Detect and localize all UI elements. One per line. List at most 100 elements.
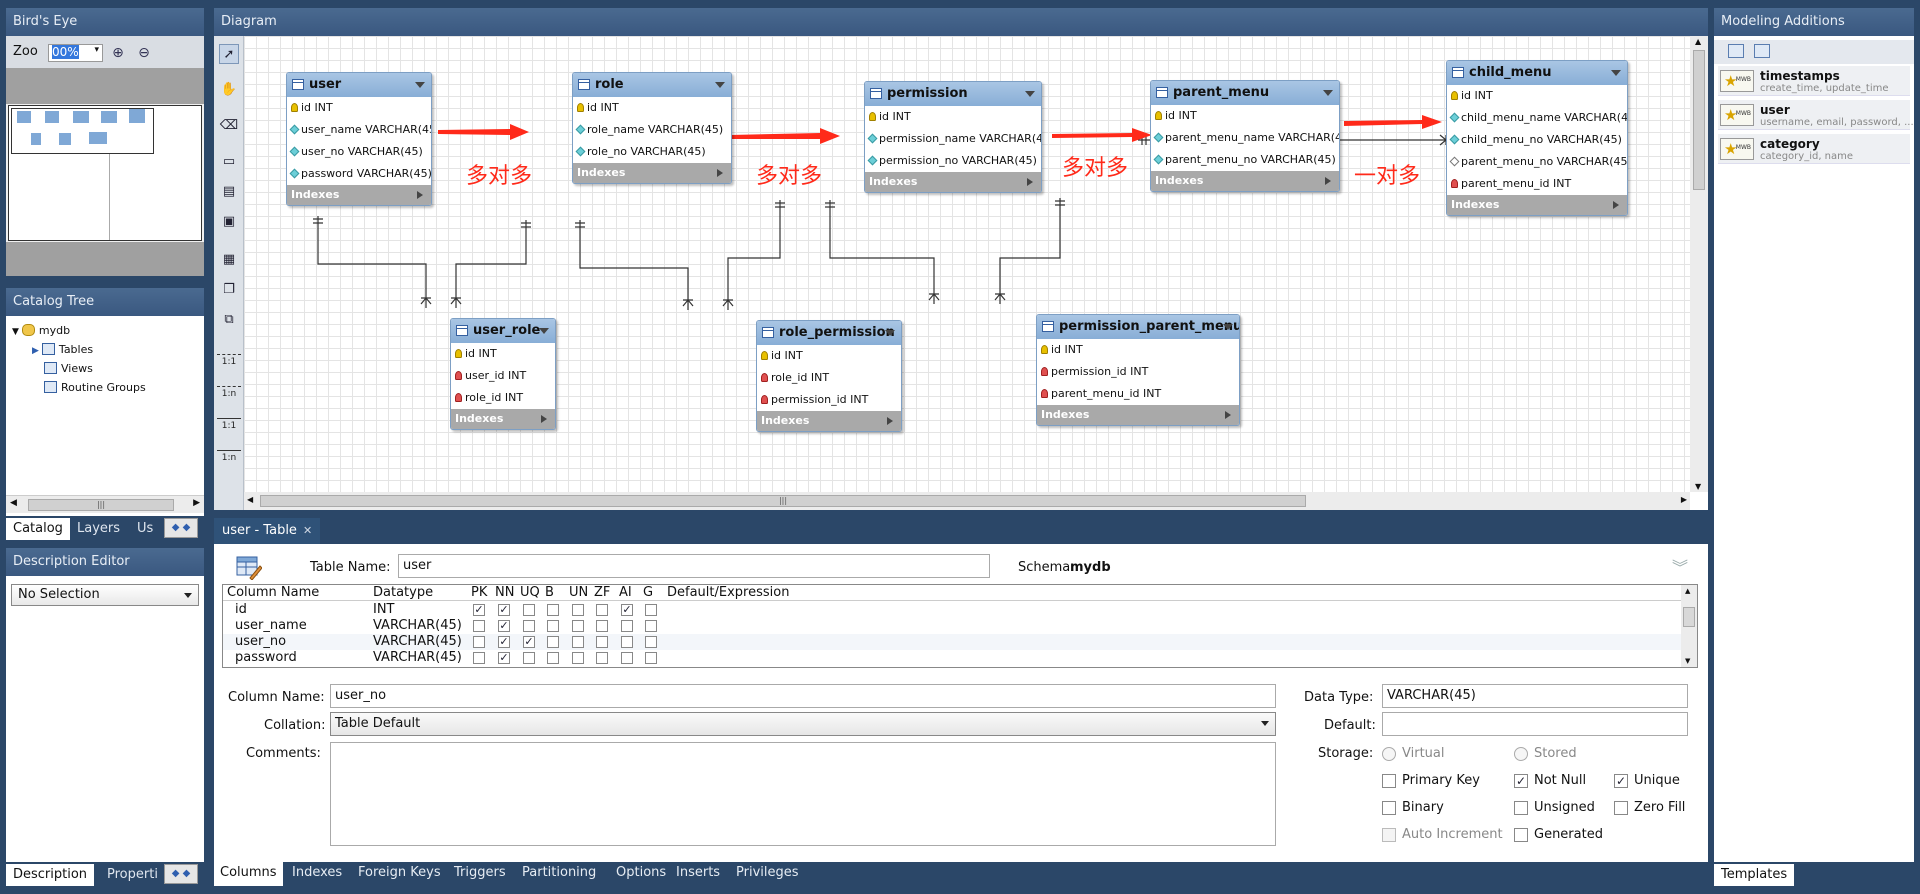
row-flag-checkbox[interactable] xyxy=(621,652,633,664)
eraser-tool-icon[interactable]: ⌫ xyxy=(219,116,239,136)
scroll-left-icon[interactable]: ◀ xyxy=(247,495,253,504)
grid-header-cell[interactable]: ZF xyxy=(594,585,610,601)
entity-indexes[interactable]: Indexes xyxy=(757,411,901,431)
scroll-thumb[interactable]: ||| xyxy=(28,499,174,511)
grid-header-cell[interactable]: UN xyxy=(569,585,588,601)
template-item[interactable]: ★ MWB user username, email, password, ... xyxy=(1718,100,1914,130)
entity-column[interactable]: parent_menu_id INT xyxy=(1037,383,1239,405)
primary-key-checkbox[interactable]: Primary Key xyxy=(1382,773,1480,788)
rel-1-n-identifying-tool[interactable]: 1:n xyxy=(217,450,241,463)
table-row[interactable]: user_no VARCHAR(45) ✓ ✓ xyxy=(223,634,1681,650)
zoom-select[interactable]: 00% ▾ xyxy=(48,44,103,62)
row-flag-checkbox[interactable] xyxy=(645,604,657,616)
entity-header[interactable]: user_role xyxy=(451,319,555,343)
columns-grid[interactable]: Column Name Datatype PK NN UQ B UN ZF AI… xyxy=(222,584,1698,668)
hand-tool-icon[interactable]: ✋ xyxy=(219,80,239,100)
relation-line[interactable] xyxy=(829,200,935,304)
scroll-up-icon[interactable]: ▲ xyxy=(1685,587,1690,595)
tab-properties[interactable]: Properti xyxy=(100,864,165,886)
tab-foreign-keys[interactable]: Foreign Keys xyxy=(352,862,447,886)
row-flag-checkbox[interactable] xyxy=(523,652,535,664)
entity-parent-menu[interactable]: parent_menu id INT parent_menu_name VARC… xyxy=(1150,80,1340,192)
entity-column[interactable]: child_menu_no VARCHAR(45) xyxy=(1447,129,1627,151)
row-flag-checkbox[interactable] xyxy=(596,604,608,616)
tab-user-table[interactable]: user - Table ✕ xyxy=(214,518,321,544)
scroll-left-icon[interactable]: ◀ xyxy=(10,498,17,508)
catalog-hscrollbar[interactable]: ◀ ||| ▶ xyxy=(6,495,204,513)
default-input[interactable] xyxy=(1382,712,1688,736)
table-tool-icon[interactable]: ▦ xyxy=(219,250,239,270)
pointer-tool-icon[interactable]: ➚ xyxy=(219,44,239,64)
entity-column[interactable]: id INT xyxy=(865,106,1041,128)
tab-partitioning[interactable]: Partitioning xyxy=(516,862,602,886)
column-name-input[interactable]: user_no xyxy=(330,684,1276,708)
grid-header-cell[interactable]: AI xyxy=(619,585,632,601)
template-item[interactable]: ★ MWB timestamps create_time, update_time xyxy=(1718,66,1910,96)
row-flag-checkbox[interactable] xyxy=(621,620,633,632)
grid-header-cell[interactable]: Default/Expression xyxy=(667,585,789,601)
diagram-hscrollbar[interactable]: ◀ ||| ▶ xyxy=(244,492,1690,510)
entity-column[interactable]: id INT xyxy=(451,343,555,365)
entity-indexes[interactable]: Indexes xyxy=(287,185,431,205)
row-flag-checkbox[interactable] xyxy=(596,652,608,664)
entity-header[interactable]: parent_menu xyxy=(1151,81,1339,105)
relation-line[interactable] xyxy=(317,216,427,308)
row-flag-checkbox[interactable] xyxy=(596,636,608,648)
entity-permission[interactable]: permission id INT permission_name VARCHA… xyxy=(864,81,1042,193)
relation-line[interactable] xyxy=(579,220,689,310)
chevron-down-icon[interactable] xyxy=(885,330,895,336)
add-template-icon[interactable] xyxy=(1728,44,1744,58)
row-flag-checkbox[interactable]: ✓ xyxy=(498,652,510,664)
entity-column[interactable]: permission_no VARCHAR(45) xyxy=(865,150,1041,172)
data-type-input[interactable]: VARCHAR(45) xyxy=(1382,684,1688,708)
view-tool-icon[interactable]: ❐ xyxy=(219,280,239,300)
binary-checkbox[interactable]: Binary xyxy=(1382,800,1444,815)
edit-template-icon[interactable] xyxy=(1754,44,1770,58)
entity-column[interactable]: user_no VARCHAR(45) xyxy=(287,141,431,163)
row-flag-checkbox[interactable] xyxy=(473,652,485,664)
grid-vscrollbar[interactable]: ▲ ▼ xyxy=(1681,585,1697,667)
entity-header[interactable]: permission_parent_menu xyxy=(1037,315,1239,339)
entity-header[interactable]: user xyxy=(287,73,431,97)
close-icon[interactable]: ✕ xyxy=(303,524,312,537)
relation-line[interactable] xyxy=(727,200,781,310)
tab-options[interactable]: Options xyxy=(610,862,672,886)
row-flag-checkbox[interactable] xyxy=(645,652,657,664)
entity-column[interactable]: id INT xyxy=(1037,339,1239,361)
text-tool-icon[interactable]: ▤ xyxy=(219,182,239,202)
row-flag-checkbox[interactable]: ✓ xyxy=(523,636,535,648)
row-flag-checkbox[interactable] xyxy=(572,604,584,616)
entity-column[interactable]: id INT xyxy=(287,97,431,119)
collation-select[interactable]: Table Default xyxy=(330,712,1276,736)
entity-column[interactable]: user_name VARCHAR(45) xyxy=(287,119,431,141)
row-flag-checkbox[interactable]: ✓ xyxy=(498,636,510,648)
tab-inserts[interactable]: Inserts xyxy=(670,862,726,886)
entity-column[interactable]: id INT xyxy=(757,345,901,367)
row-flag-checkbox[interactable]: ✓ xyxy=(621,604,633,616)
entity-header[interactable]: role_permission xyxy=(757,321,901,345)
unique-checkbox[interactable]: ✓ Unique xyxy=(1614,773,1680,788)
tab-privileges[interactable]: Privileges xyxy=(730,862,805,886)
entity-indexes[interactable]: Indexes xyxy=(1151,171,1339,191)
row-flag-checkbox[interactable] xyxy=(547,652,559,664)
entity-indexes[interactable]: Indexes xyxy=(573,163,731,183)
not-null-checkbox[interactable]: ✓ Not Null xyxy=(1514,773,1586,788)
entity-column[interactable]: parent_menu_no VARCHAR(45) xyxy=(1151,149,1339,171)
row-flag-checkbox[interactable] xyxy=(473,636,485,648)
relation-line[interactable] xyxy=(455,220,527,308)
chevron-down-icon[interactable] xyxy=(1611,70,1621,76)
tab-scroll-arrows-icon[interactable]: ◆ ◆ xyxy=(164,518,198,538)
tab-triggers[interactable]: Triggers xyxy=(448,862,512,886)
scroll-up-icon[interactable]: ▲ xyxy=(1695,37,1701,46)
entity-role-permission[interactable]: role_permission id INT role_id INT permi… xyxy=(756,320,902,432)
scroll-down-icon[interactable]: ▼ xyxy=(1695,482,1701,491)
row-flag-checkbox[interactable] xyxy=(523,604,535,616)
scroll-thumb[interactable]: ||| xyxy=(260,495,1306,507)
entity-child-menu[interactable]: child_menu id INT child_menu_name VARCHA… xyxy=(1446,60,1628,216)
chevron-down-icon[interactable] xyxy=(415,82,425,88)
layer-tool-icon[interactable]: ▭ xyxy=(219,152,239,172)
row-flag-checkbox[interactable] xyxy=(645,636,657,648)
image-tool-icon[interactable]: ▣ xyxy=(219,212,239,232)
tree-item-tables[interactable]: ▶ Tables xyxy=(32,343,93,356)
entity-column[interactable]: role_no VARCHAR(45) xyxy=(573,141,731,163)
